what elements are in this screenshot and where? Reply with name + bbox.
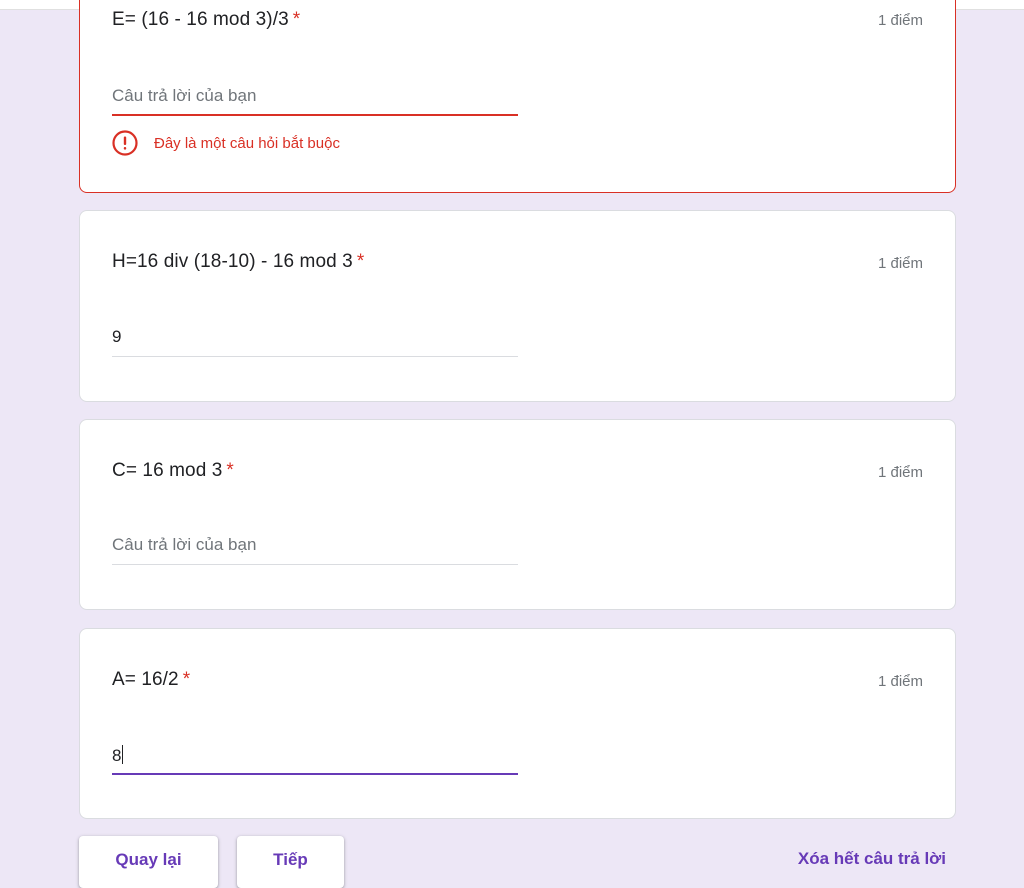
answer-value: 9 [112,327,122,346]
answer-input-h[interactable]: 9 [112,327,518,357]
question-title-text: E= (16 - 16 mod 3)/3 [112,9,289,30]
required-asterisk: * [356,251,365,272]
question-card-e: E= (16 - 16 mod 3)/3 * 1 điểm Câu trả lời… [79,0,956,193]
answer-input-c[interactable]: Câu trả lời của bạn [112,535,518,565]
answer-value: 8 [112,746,122,765]
answer-input-e[interactable]: Câu trả lời của bạn [112,86,518,116]
back-button[interactable]: Quay lại [79,836,218,888]
question-title: E= (16 - 16 mod 3)/3 * [112,9,300,31]
clear-form-link[interactable]: Xóa hết câu trả lời [798,849,946,869]
error-circle-icon [112,130,138,156]
question-card-a: A= 16/2 * 1 điểm 8 [79,628,956,819]
text-caret [122,745,124,764]
question-card-h: H=16 div (18-10) - 16 mod 3 * 1 điểm 9 [79,210,956,402]
points-label: 1 điểm [877,673,923,690]
required-asterisk: * [292,9,301,30]
answer-input-a[interactable]: 8 [112,745,518,775]
question-title-text: A= 16/2 [112,669,179,690]
question-title-text: H=16 div (18-10) - 16 mod 3 [112,251,353,272]
next-button[interactable]: Tiếp [237,836,344,888]
required-asterisk: * [226,460,234,481]
question-card-c: C= 16 mod 3 * 1 điểm Câu trả lời của bạn [79,419,956,610]
answer-placeholder: Câu trả lời của bạn [112,535,257,554]
question-title: C= 16 mod 3 * [112,460,234,482]
points-label: 1 điểm [877,12,923,29]
error-row: Đây là một câu hỏi bắt buộc [112,130,340,156]
answer-placeholder: Câu trả lời của bạn [112,86,257,105]
question-title: A= 16/2 * [112,669,190,691]
points-label: 1 điểm [877,464,923,481]
points-label: 1 điểm [877,255,923,272]
question-title-text: C= 16 mod 3 [112,460,223,481]
error-message: Đây là một câu hỏi bắt buộc [154,134,340,152]
required-asterisk: * [182,669,191,690]
question-title: H=16 div (18-10) - 16 mod 3 * [112,251,364,273]
